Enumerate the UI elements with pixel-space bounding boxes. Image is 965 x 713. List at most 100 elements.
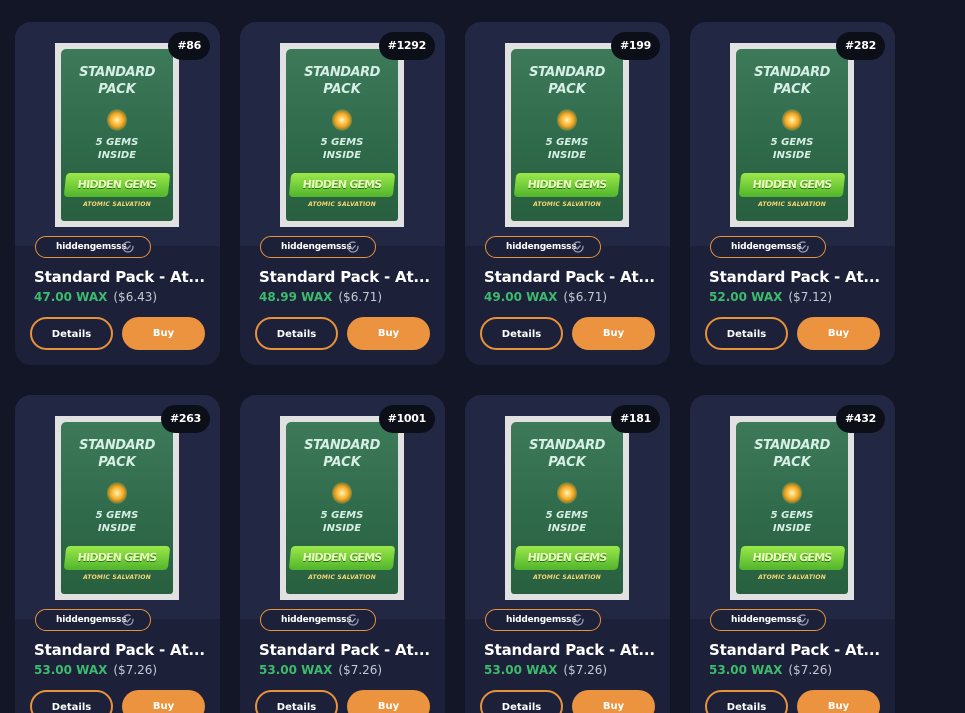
pack-art-line: 5 GEMS bbox=[320, 137, 364, 148]
price-usd: ($6.71) bbox=[563, 290, 608, 304]
listing-card[interactable]: STANDARD PACK 5 GEMS INSIDE HIDDEN GEMS … bbox=[465, 22, 670, 365]
pack-wrapper: STANDARD PACK 5 GEMS INSIDE HIDDEN GEMS … bbox=[511, 49, 623, 221]
buy-button[interactable]: Buy bbox=[347, 317, 430, 350]
listing-name[interactable]: Standard Pack - At... bbox=[709, 641, 884, 659]
price-wax: 53.00 WAX bbox=[484, 663, 558, 677]
pack-art-line: INSIDE bbox=[547, 150, 587, 161]
pack-image[interactable]: STANDARD PACK 5 GEMS INSIDE HIDDEN GEMS … bbox=[505, 416, 629, 600]
pack-image[interactable]: STANDARD PACK 5 GEMS INSIDE HIDDEN GEMS … bbox=[730, 416, 854, 600]
price-usd: ($6.43) bbox=[113, 290, 158, 304]
pack-art-tagline: ATOMIC SALVATION bbox=[533, 574, 601, 581]
pack-art-line: STANDARD bbox=[529, 438, 605, 453]
buy-button[interactable]: Buy bbox=[797, 690, 880, 713]
listing-card[interactable]: STANDARD PACK 5 GEMS INSIDE HIDDEN GEMS … bbox=[240, 22, 445, 365]
details-button[interactable]: Details bbox=[705, 690, 788, 713]
pack-art-line: INSIDE bbox=[322, 523, 362, 534]
pack-art-line: PACK bbox=[98, 82, 136, 97]
pack-art-line: PACK bbox=[773, 455, 811, 470]
pack-art-line: PACK bbox=[98, 455, 136, 470]
listing-price: 52.00 WAX ($7.12) bbox=[709, 290, 832, 304]
pack-wrapper: STANDARD PACK 5 GEMS INSIDE HIDDEN GEMS … bbox=[61, 422, 173, 594]
price-usd: ($7.26) bbox=[113, 663, 158, 677]
details-button[interactable]: Details bbox=[480, 317, 563, 350]
buy-button[interactable]: Buy bbox=[122, 690, 205, 713]
listing-card[interactable]: STANDARD PACK 5 GEMS INSIDE HIDDEN GEMS … bbox=[690, 395, 895, 713]
listing-name[interactable]: Standard Pack - At... bbox=[34, 268, 209, 286]
mint-number-badge: #1001 bbox=[378, 405, 435, 433]
pack-art-line: INSIDE bbox=[322, 150, 362, 161]
collection-badge[interactable]: hiddengemsss bbox=[485, 609, 601, 631]
mint-number-badge: #263 bbox=[161, 405, 210, 433]
verified-check-icon bbox=[797, 241, 809, 253]
pack-art-brand: HIDDEN GEMS bbox=[288, 173, 396, 197]
details-button[interactable]: Details bbox=[705, 317, 788, 350]
verified-check-icon bbox=[347, 614, 359, 626]
pack-image[interactable]: STANDARD PACK 5 GEMS INSIDE HIDDEN GEMS … bbox=[505, 43, 629, 227]
collection-name: hiddengemsss bbox=[281, 615, 352, 625]
pack-art-brand: HIDDEN GEMS bbox=[63, 546, 171, 570]
listing-name[interactable]: Standard Pack - At... bbox=[34, 641, 209, 659]
listing-name[interactable]: Standard Pack - At... bbox=[709, 268, 884, 286]
pack-art-line: STANDARD bbox=[304, 438, 380, 453]
pack-image[interactable]: STANDARD PACK 5 GEMS INSIDE HIDDEN GEMS … bbox=[55, 416, 179, 600]
price-usd: ($7.12) bbox=[788, 290, 833, 304]
buy-button[interactable]: Buy bbox=[572, 690, 655, 713]
collection-badge[interactable]: hiddengemsss bbox=[35, 236, 151, 258]
pack-art-line: PACK bbox=[548, 455, 586, 470]
pack-wrapper: STANDARD PACK 5 GEMS INSIDE HIDDEN GEMS … bbox=[286, 49, 398, 221]
listing-card[interactable]: STANDARD PACK 5 GEMS INSIDE HIDDEN GEMS … bbox=[15, 395, 220, 713]
details-button[interactable]: Details bbox=[30, 317, 113, 350]
pack-art-line: 5 GEMS bbox=[95, 510, 139, 521]
buy-button[interactable]: Buy bbox=[347, 690, 430, 713]
pack-art-line: 5 GEMS bbox=[320, 510, 364, 521]
gem-icon bbox=[107, 482, 127, 504]
mint-number-badge: #432 bbox=[836, 405, 885, 433]
gem-icon bbox=[332, 109, 352, 131]
buy-button[interactable]: Buy bbox=[572, 317, 655, 350]
collection-badge[interactable]: hiddengemsss bbox=[260, 236, 376, 258]
collection-badge[interactable]: hiddengemsss bbox=[710, 236, 826, 258]
details-button[interactable]: Details bbox=[30, 690, 113, 713]
pack-art-line: 5 GEMS bbox=[770, 510, 814, 521]
pack-art-line: INSIDE bbox=[547, 523, 587, 534]
pack-art-line: PACK bbox=[323, 455, 361, 470]
collection-badge[interactable]: hiddengemsss bbox=[35, 609, 151, 631]
gem-icon bbox=[557, 109, 577, 131]
mint-number-badge: #86 bbox=[168, 32, 210, 60]
listing-name[interactable]: Standard Pack - At... bbox=[484, 268, 659, 286]
price-usd: ($7.26) bbox=[563, 663, 608, 677]
pack-art-tagline: ATOMIC SALVATION bbox=[758, 574, 826, 581]
listing-card[interactable]: STANDARD PACK 5 GEMS INSIDE HIDDEN GEMS … bbox=[465, 395, 670, 713]
buy-button[interactable]: Buy bbox=[797, 317, 880, 350]
pack-image[interactable]: STANDARD PACK 5 GEMS INSIDE HIDDEN GEMS … bbox=[280, 43, 404, 227]
pack-art-line: PACK bbox=[773, 82, 811, 97]
verified-check-icon bbox=[572, 241, 584, 253]
pack-art-line: STANDARD bbox=[529, 65, 605, 80]
pack-art-line: STANDARD bbox=[79, 438, 155, 453]
buy-button[interactable]: Buy bbox=[122, 317, 205, 350]
listing-card[interactable]: STANDARD PACK 5 GEMS INSIDE HIDDEN GEMS … bbox=[690, 22, 895, 365]
pack-art-line: 5 GEMS bbox=[545, 510, 589, 521]
pack-art-line: 5 GEMS bbox=[545, 137, 589, 148]
details-button[interactable]: Details bbox=[255, 317, 338, 350]
listing-name[interactable]: Standard Pack - At... bbox=[259, 268, 434, 286]
pack-image[interactable]: STANDARD PACK 5 GEMS INSIDE HIDDEN GEMS … bbox=[730, 43, 854, 227]
collection-badge[interactable]: hiddengemsss bbox=[260, 609, 376, 631]
pack-image[interactable]: STANDARD PACK 5 GEMS INSIDE HIDDEN GEMS … bbox=[55, 43, 179, 227]
listing-price: 53.00 WAX ($7.26) bbox=[34, 663, 157, 677]
collection-badge[interactable]: hiddengemsss bbox=[710, 609, 826, 631]
details-button[interactable]: Details bbox=[480, 690, 563, 713]
listing-card[interactable]: STANDARD PACK 5 GEMS INSIDE HIDDEN GEMS … bbox=[15, 22, 220, 365]
listing-card[interactable]: STANDARD PACK 5 GEMS INSIDE HIDDEN GEMS … bbox=[240, 395, 445, 713]
pack-image[interactable]: STANDARD PACK 5 GEMS INSIDE HIDDEN GEMS … bbox=[280, 416, 404, 600]
pack-art-tagline: ATOMIC SALVATION bbox=[758, 201, 826, 208]
pack-art-line: INSIDE bbox=[772, 150, 812, 161]
pack-art-line: 5 GEMS bbox=[95, 137, 139, 148]
mint-number-badge: #1292 bbox=[378, 32, 435, 60]
details-button[interactable]: Details bbox=[255, 690, 338, 713]
collection-badge[interactable]: hiddengemsss bbox=[485, 236, 601, 258]
listing-name[interactable]: Standard Pack - At... bbox=[484, 641, 659, 659]
pack-wrapper: STANDARD PACK 5 GEMS INSIDE HIDDEN GEMS … bbox=[61, 49, 173, 221]
listing-price: 49.00 WAX ($6.71) bbox=[484, 290, 607, 304]
listing-name[interactable]: Standard Pack - At... bbox=[259, 641, 434, 659]
